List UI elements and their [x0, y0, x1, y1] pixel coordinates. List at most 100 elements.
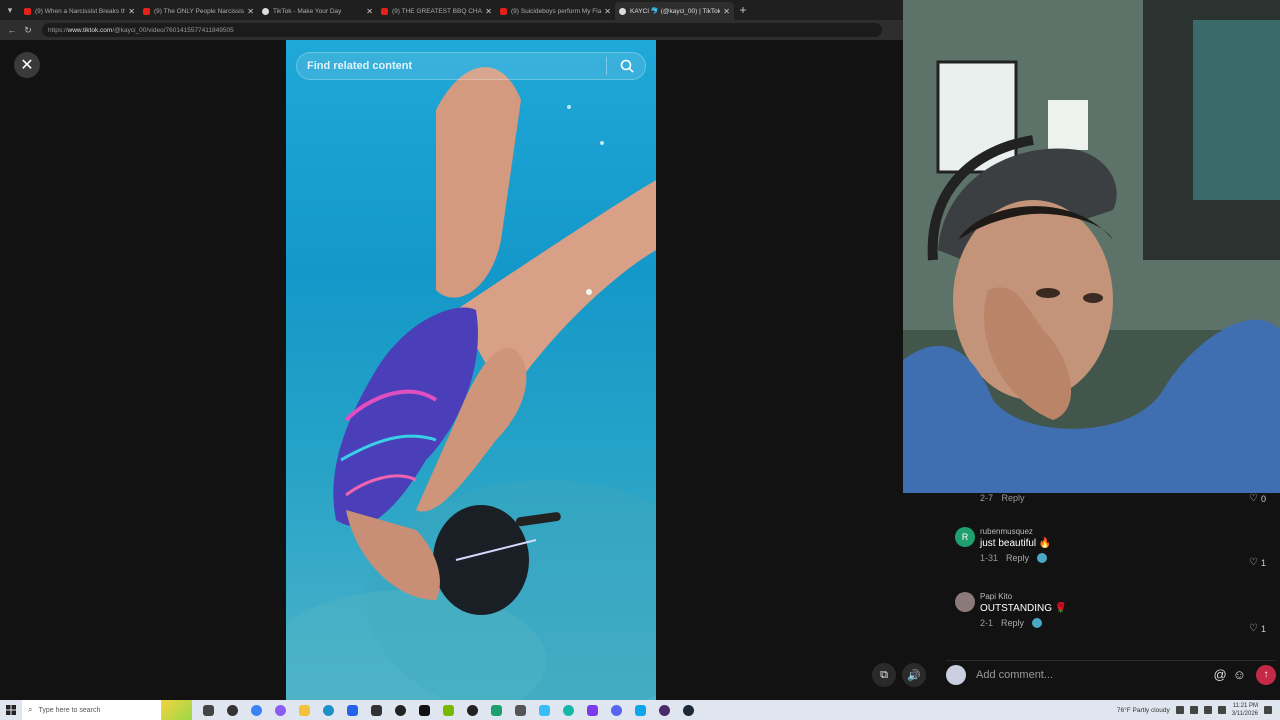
related-search-input[interactable]: [307, 60, 598, 72]
system-tray: 76°F Partly cloudy 11:21 PM 3/11/2026: [1117, 700, 1280, 720]
app-icon[interactable]: [532, 700, 556, 720]
app-icon[interactable]: [460, 700, 484, 720]
app-icon[interactable]: [556, 700, 580, 720]
youtube-icon: [381, 7, 388, 15]
comment-date: 2-1: [980, 618, 994, 628]
heart-icon[interactable]: ♡: [1249, 557, 1258, 568]
browser-tab[interactable]: TikTok - Make Your Day ✕: [258, 2, 377, 20]
close-tab-icon[interactable]: ✕: [247, 7, 254, 16]
comment-text: just beautiful 🔥: [980, 538, 1052, 549]
reload-icon[interactable]: ↻: [20, 22, 36, 38]
browser-tab[interactable]: (9) The ONLY People Narcissists ✕: [139, 2, 258, 20]
like-count[interactable]: ♡ 1: [1249, 623, 1266, 634]
comment-username[interactable]: Papi Kito: [980, 592, 1255, 601]
reply-link[interactable]: Reply: [1002, 493, 1025, 503]
close-tab-icon[interactable]: ✕: [366, 7, 373, 16]
youtube-icon: [24, 7, 31, 15]
picture-in-picture-button[interactable]: ⧉: [872, 663, 896, 687]
clock[interactable]: 11:21 PM 3/11/2026: [1232, 702, 1258, 718]
back-arrow-icon[interactable]: ←: [4, 22, 20, 38]
comments-panel: 2-7 Reply ♡ 0 R rubenmusquez just beauti…: [903, 493, 1280, 653]
windows-taskbar: ⌕ Type here to search 76°F Partly cloudy…: [0, 700, 1280, 720]
related-content-search[interactable]: [296, 52, 646, 80]
start-button[interactable]: [0, 700, 22, 720]
tray-icon[interactable]: [1217, 706, 1226, 714]
webcam-overlay: [903, 0, 1280, 493]
edge-icon[interactable]: [316, 700, 340, 720]
close-tab-icon[interactable]: ✕: [128, 7, 135, 16]
youtube-icon: [500, 7, 507, 15]
comment-username[interactable]: rubenmusquez: [980, 527, 1255, 536]
obs-icon[interactable]: [652, 700, 676, 720]
weather-widget[interactable]: 76°F Partly cloudy: [1117, 707, 1170, 714]
emoji-icon[interactable]: ☺: [1233, 667, 1246, 682]
app-icon[interactable]: [268, 700, 292, 720]
comment-input[interactable]: [976, 668, 1214, 681]
search-icon: ⌕: [28, 705, 33, 714]
windows-logo-icon: [6, 705, 16, 715]
app-icon[interactable]: [388, 700, 412, 720]
chrome-icon[interactable]: [244, 700, 268, 720]
app-icon[interactable]: [508, 700, 532, 720]
tiktok-icon: [619, 7, 626, 15]
discord-icon[interactable]: [604, 700, 628, 720]
app-icon[interactable]: [412, 700, 436, 720]
like-count[interactable]: ♡ 0: [1249, 493, 1266, 504]
video-controls-bar: ⧉ 🔊 @ ☺ ↑: [870, 660, 1280, 690]
like-count[interactable]: ♡ 1: [1249, 557, 1266, 568]
network-icon[interactable]: [1189, 706, 1198, 714]
youtube-icon: [143, 7, 150, 15]
file-explorer-icon[interactable]: [292, 700, 316, 720]
url-field[interactable]: https://www.tiktok.com/@kayci_00/video/7…: [42, 23, 882, 37]
close-video-button[interactable]: ✕: [14, 52, 40, 78]
comment-item: R rubenmusquez just beautiful 🔥 1-31 Rep…: [955, 527, 1255, 563]
volume-icon[interactable]: [1203, 706, 1212, 714]
app-icon[interactable]: [580, 700, 604, 720]
app-icon[interactable]: [220, 700, 244, 720]
notification-icon[interactable]: [1264, 706, 1272, 714]
browser-tab[interactable]: (9) THE GREATEST BBQ CHALLEN✕: [377, 2, 496, 20]
heart-icon[interactable]: ♡: [1249, 623, 1258, 634]
reply-link[interactable]: Reply: [1001, 618, 1024, 628]
comment-meta-partial: 2-7 Reply: [980, 493, 1025, 503]
app-icon[interactable]: [628, 700, 652, 720]
comment-date: 1-31: [980, 553, 999, 563]
pip-icon: ⧉: [880, 668, 888, 681]
comment-item: Papi Kito OUTSTANDING 🌹 2-1 Reply: [955, 592, 1255, 628]
close-tab-icon[interactable]: ✕: [723, 7, 730, 16]
tray-icon[interactable]: [1175, 706, 1184, 714]
arrow-up-icon: ↑: [1263, 669, 1269, 680]
video-player[interactable]: [286, 40, 656, 700]
browser-tab[interactable]: (9) Suicideboys perform My Flaw ✕: [496, 2, 615, 20]
new-tab-plus-icon[interactable]: +: [734, 0, 752, 20]
nvidia-icon[interactable]: [436, 700, 460, 720]
video-viewer: ✕: [0, 40, 903, 700]
avatar[interactable]: R: [955, 527, 975, 547]
mention-icon[interactable]: @: [1214, 667, 1227, 682]
underwater-video-frame: [286, 67, 656, 700]
address-bar-row: ← ↻ https://www.tiktok.com/@kayci_00/vid…: [0, 20, 903, 40]
reply-link[interactable]: Reply: [1006, 553, 1029, 563]
avatar[interactable]: [955, 592, 975, 612]
browser-tab[interactable]: (9) When a Narcissist Breaks the ✕: [20, 2, 139, 20]
close-tab-icon[interactable]: ✕: [485, 7, 492, 16]
tab-search-chevron-icon[interactable]: ▾: [0, 0, 20, 20]
task-view-icon[interactable]: [196, 700, 220, 720]
creator-liked-avatar: [1032, 618, 1043, 628]
send-comment-button[interactable]: ↑: [1256, 664, 1276, 685]
browser-tab-strip: ▾ (9) When a Narcissist Breaks the ✕ (9) …: [0, 0, 903, 20]
close-icon: ✕: [20, 57, 34, 74]
search-highlight-image: [162, 700, 192, 720]
volume-button[interactable]: 🔊: [902, 663, 926, 687]
app-icon[interactable]: [364, 700, 388, 720]
app-icon[interactable]: [484, 700, 508, 720]
heart-icon[interactable]: ♡: [1249, 493, 1258, 504]
app-icon[interactable]: [340, 700, 364, 720]
search-icon[interactable]: [615, 54, 639, 78]
steam-icon[interactable]: [676, 700, 700, 720]
url-path: /@kayci_00/video/7601415577411849505: [112, 26, 234, 34]
close-tab-icon[interactable]: ✕: [604, 7, 611, 16]
taskbar-search[interactable]: ⌕ Type here to search: [22, 700, 162, 720]
comment-composer: @ ☺ ↑: [946, 660, 1276, 688]
browser-tab-active[interactable]: KAYCI 🐬 (@kayci_00) | TikTok ✕: [615, 2, 734, 20]
